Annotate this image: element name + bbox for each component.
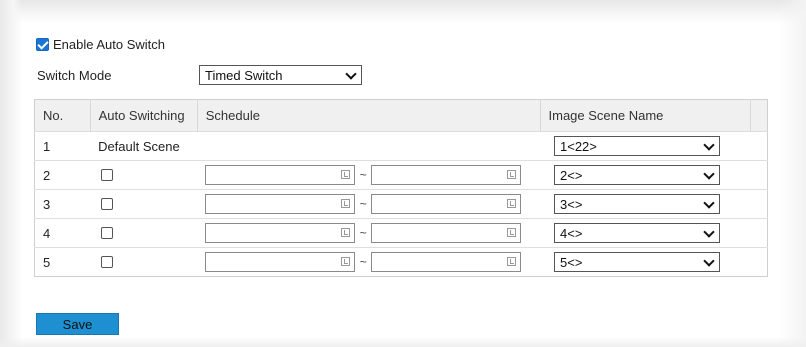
- header-schedule: Schedule: [197, 99, 541, 132]
- filler-cell: [750, 218, 768, 248]
- table-row: 5 ~ 5<>: [34, 247, 768, 277]
- left-edge-shadow: [0, 0, 22, 347]
- end-time-input[interactable]: [371, 165, 522, 185]
- chevron-down-icon: [703, 139, 715, 151]
- table-row: 4 ~ 4<>: [34, 218, 768, 248]
- row-no: 1: [34, 131, 91, 161]
- range-separator: ~: [359, 255, 367, 269]
- scene-select[interactable]: 3<>: [554, 194, 720, 214]
- start-time-input[interactable]: [205, 252, 356, 272]
- auto-switch-cell: [90, 189, 198, 219]
- schedule-cell: ~: [197, 247, 540, 277]
- scene-cell: 2<>: [540, 160, 751, 190]
- end-time-input[interactable]: [371, 223, 522, 243]
- auto-switch-panel: Enable Auto Switch Switch Mode Timed Swi…: [0, 0, 806, 347]
- end-time-input[interactable]: [371, 194, 522, 214]
- calendar-icon[interactable]: [507, 257, 517, 266]
- auto-switch-cell: [90, 247, 198, 277]
- time-range: ~: [205, 252, 532, 272]
- chevron-down-icon: [703, 168, 715, 180]
- filler-cell: [750, 189, 768, 219]
- range-separator: ~: [359, 197, 367, 211]
- auto-switch-checkbox[interactable]: [101, 198, 114, 210]
- scene-select-value: 2<>: [560, 167, 583, 183]
- time-range: ~: [205, 165, 532, 185]
- chevron-down-icon: [703, 255, 715, 267]
- scene-select-value: 3<>: [560, 196, 583, 212]
- header-image-scene-name: Image Scene Name: [540, 99, 751, 132]
- scene-select[interactable]: 1<22>: [554, 136, 720, 156]
- auto-switch-checkbox[interactable]: [101, 227, 114, 239]
- default-scene-label: Default Scene: [90, 131, 198, 161]
- time-range: ~: [205, 223, 532, 243]
- auto-switch-cell: [90, 218, 198, 248]
- header-auto-switching: Auto Switching: [90, 99, 198, 132]
- range-separator: ~: [359, 226, 367, 240]
- schedule-cell: ~: [197, 160, 540, 190]
- calendar-icon[interactable]: [341, 228, 351, 237]
- row-no: 3: [34, 189, 91, 219]
- end-time-input[interactable]: [371, 252, 522, 272]
- row-no: 2: [34, 160, 91, 190]
- calendar-icon[interactable]: [507, 170, 517, 179]
- enable-auto-switch-row[interactable]: Enable Auto Switch: [36, 36, 165, 52]
- chevron-down-icon: [703, 197, 715, 209]
- scene-select[interactable]: 5<>: [554, 252, 720, 272]
- table-header-row: No. Auto Switching Schedule Image Scene …: [34, 99, 768, 132]
- auto-switch-checkbox[interactable]: [101, 256, 114, 268]
- enable-auto-switch-checkbox[interactable]: [36, 37, 49, 51]
- switch-mode-row: Switch Mode Timed Switch: [37, 64, 362, 86]
- schedule-cell: ~: [197, 189, 540, 219]
- schedule-table: No. Auto Switching Schedule Image Scene …: [34, 99, 768, 277]
- header-filler: [750, 99, 768, 132]
- auto-switch-cell: [90, 160, 198, 190]
- header-no: No.: [34, 99, 91, 132]
- chevron-down-icon: [703, 226, 715, 238]
- table-row: 1 Default Scene 1<22>: [34, 131, 768, 161]
- chevron-down-icon: [345, 68, 357, 80]
- scene-cell: 3<>: [540, 189, 751, 219]
- range-separator: ~: [359, 168, 367, 182]
- calendar-icon[interactable]: [507, 228, 517, 237]
- schedule-cell-empty: [197, 131, 540, 161]
- row-no: 4: [34, 218, 91, 248]
- table-row: 2 ~ 2<>: [34, 160, 768, 190]
- time-range: ~: [205, 194, 532, 214]
- scene-select-value: 4<>: [560, 225, 583, 241]
- start-time-input[interactable]: [205, 165, 356, 185]
- scene-cell: 5<>: [540, 247, 751, 277]
- switch-mode-label: Switch Mode: [37, 67, 112, 83]
- start-time-input[interactable]: [205, 194, 356, 214]
- calendar-icon[interactable]: [341, 170, 351, 179]
- top-edge-shadow: [0, 0, 806, 24]
- scene-cell: 1<22>: [540, 131, 751, 161]
- bottom-edge-shadow: [0, 337, 806, 347]
- calendar-icon[interactable]: [507, 199, 517, 208]
- enable-auto-switch-label: Enable Auto Switch: [53, 36, 166, 52]
- filler-cell: [750, 247, 768, 277]
- calendar-icon[interactable]: [341, 257, 351, 266]
- switch-mode-select[interactable]: Timed Switch: [199, 65, 362, 85]
- auto-switch-checkbox[interactable]: [101, 169, 114, 181]
- filler-cell: [750, 160, 768, 190]
- scene-select[interactable]: 2<>: [554, 165, 720, 185]
- save-button[interactable]: Save: [36, 313, 119, 335]
- filler-cell: [750, 131, 768, 161]
- table-row: 3 ~ 3<>: [34, 189, 768, 219]
- scene-select[interactable]: 4<>: [554, 223, 720, 243]
- switch-mode-value: Timed Switch: [205, 67, 283, 83]
- scene-select-value: 1<22>: [560, 138, 597, 154]
- start-time-input[interactable]: [205, 223, 356, 243]
- scene-select-value: 5<>: [560, 254, 583, 270]
- calendar-icon[interactable]: [341, 199, 351, 208]
- schedule-cell: ~: [197, 218, 540, 248]
- scene-cell: 4<>: [540, 218, 751, 248]
- row-no: 5: [34, 247, 91, 277]
- right-edge-shadow: [778, 0, 806, 347]
